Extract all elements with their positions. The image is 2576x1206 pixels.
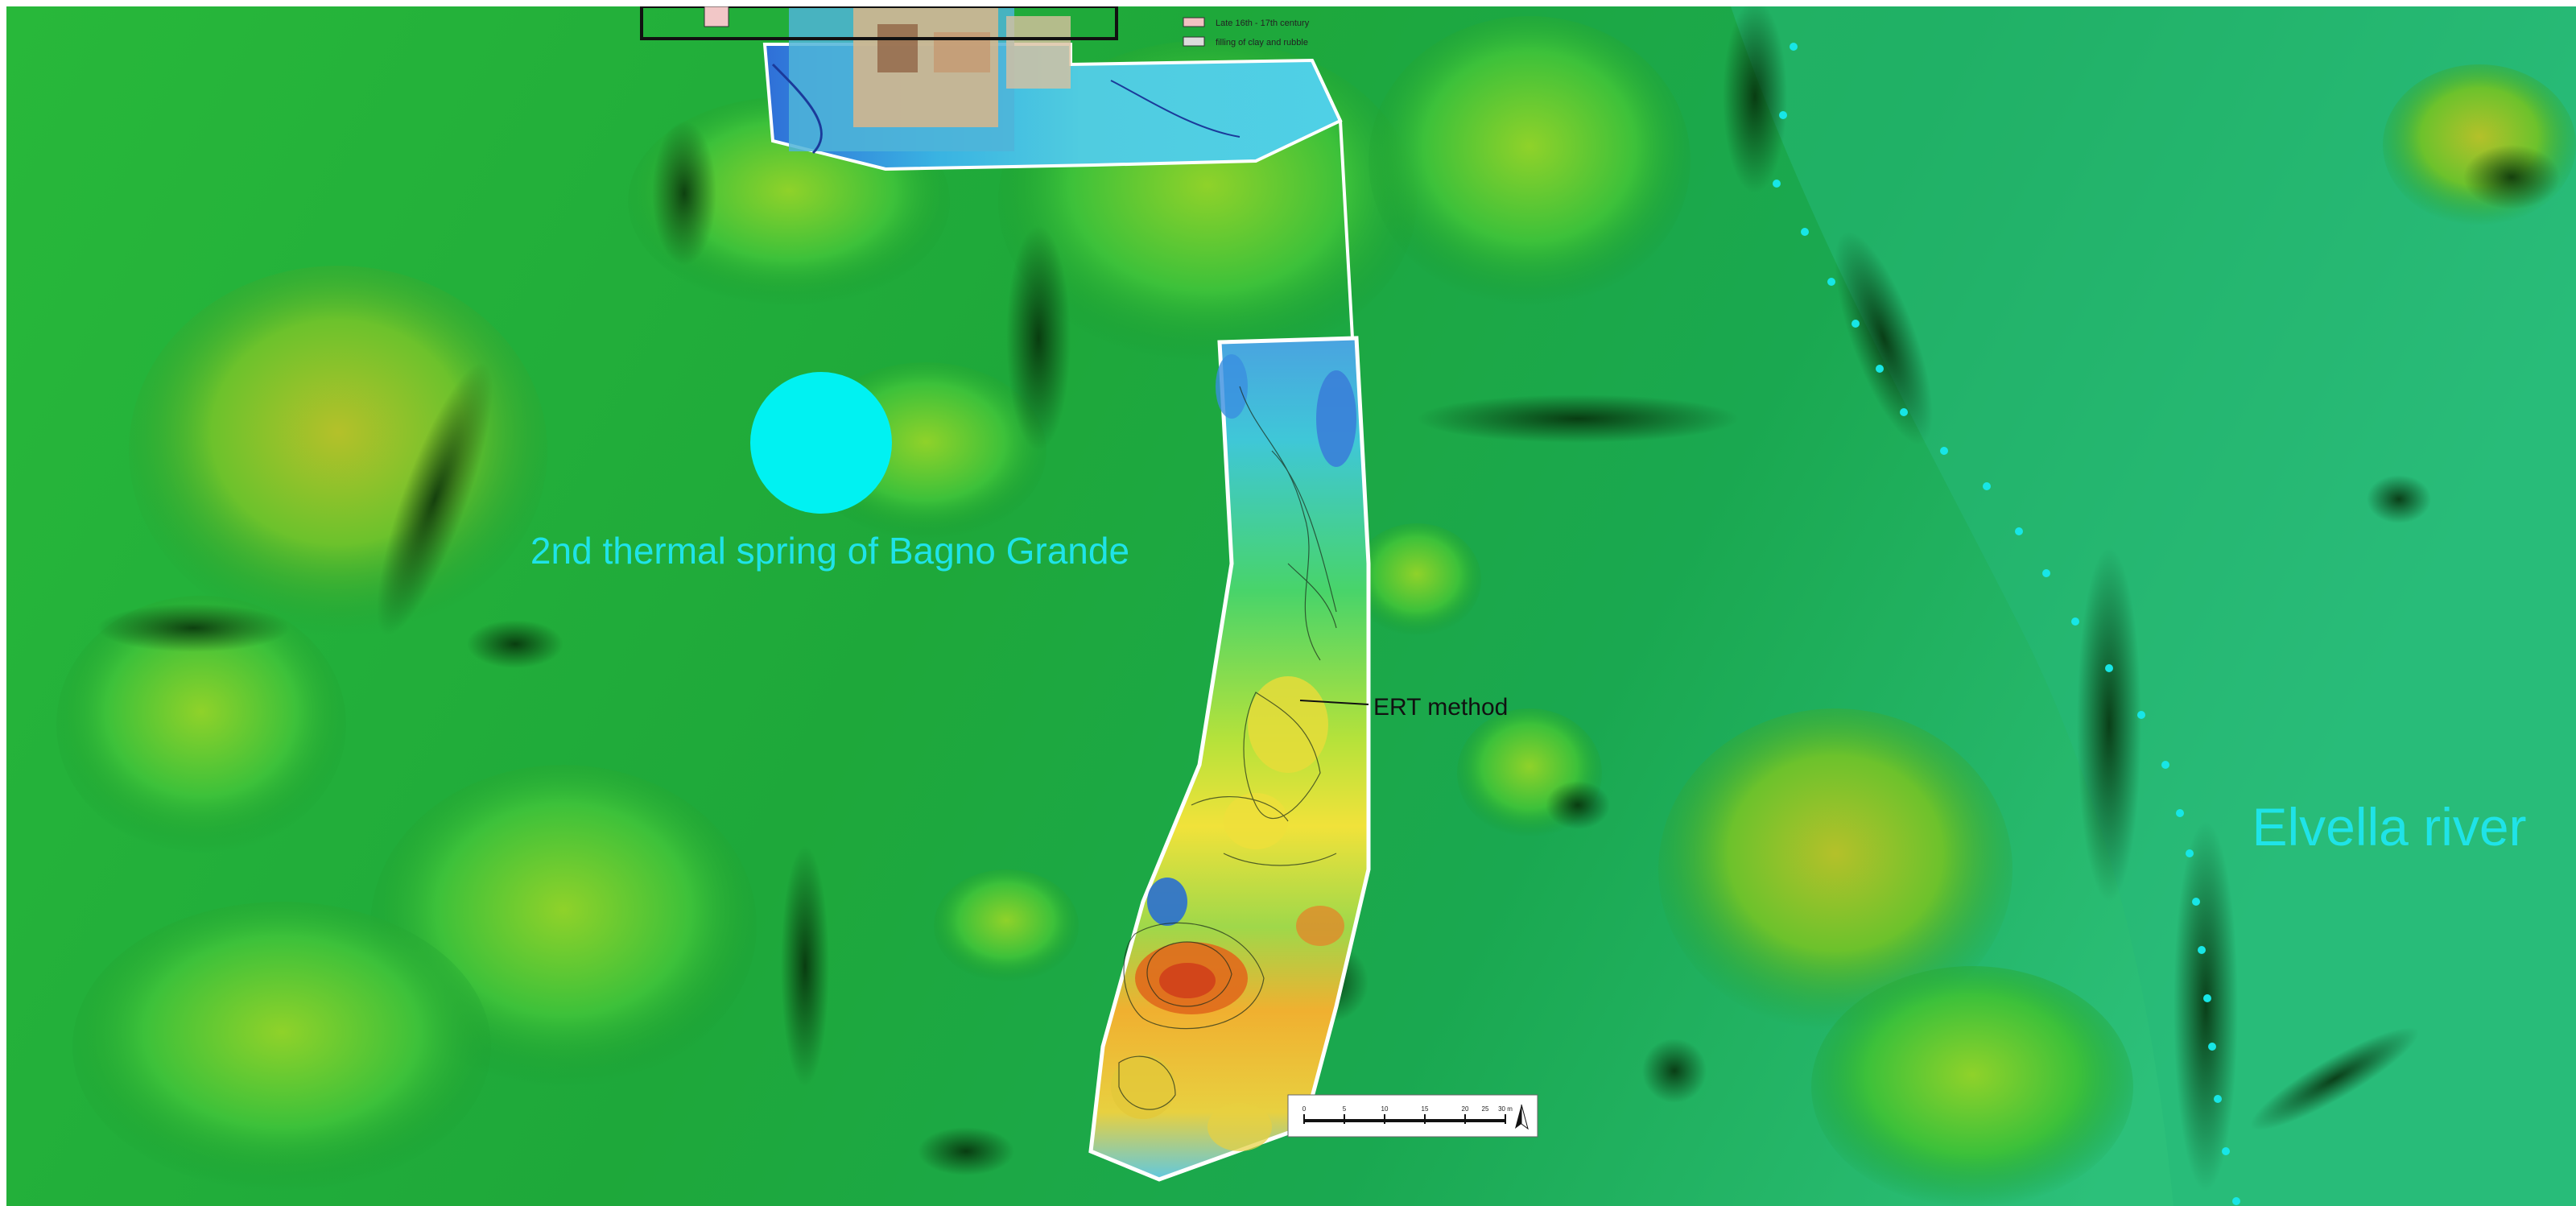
- thermal-spring-marker-icon: [750, 372, 892, 514]
- scale-bar: 0 5 10 15 20 25 30 m: [1287, 1094, 1538, 1138]
- scale-tick-6: 30 m: [1498, 1105, 1513, 1113]
- map-viewer: Late 16th - 17th century filling of clay…: [0, 0, 2576, 1206]
- legend-swatch-1: [1183, 17, 1205, 27]
- legend-item-1: Late 16th - 17th century: [1216, 19, 1310, 28]
- scale-tick-3: 15: [1422, 1105, 1429, 1113]
- ert-label: ERT method: [1373, 694, 1508, 721]
- legend-swatch-2: [1183, 36, 1205, 47]
- scale-tick-1: 5: [1343, 1105, 1347, 1113]
- map-canvas: Late 16th - 17th century filling of clay…: [0, 0, 2576, 1206]
- spring-label: 2nd thermal spring of Bagno Grande: [530, 530, 1129, 572]
- legend-item-2: filling of clay and rubble: [1216, 38, 1308, 47]
- river-label: Elvella river: [2252, 797, 2526, 857]
- scale-tick-5: 25: [1482, 1105, 1489, 1113]
- scale-tick-0: 0: [1302, 1105, 1307, 1113]
- scale-tick-2: 10: [1381, 1105, 1389, 1113]
- scale-tick-4: 20: [1462, 1105, 1469, 1113]
